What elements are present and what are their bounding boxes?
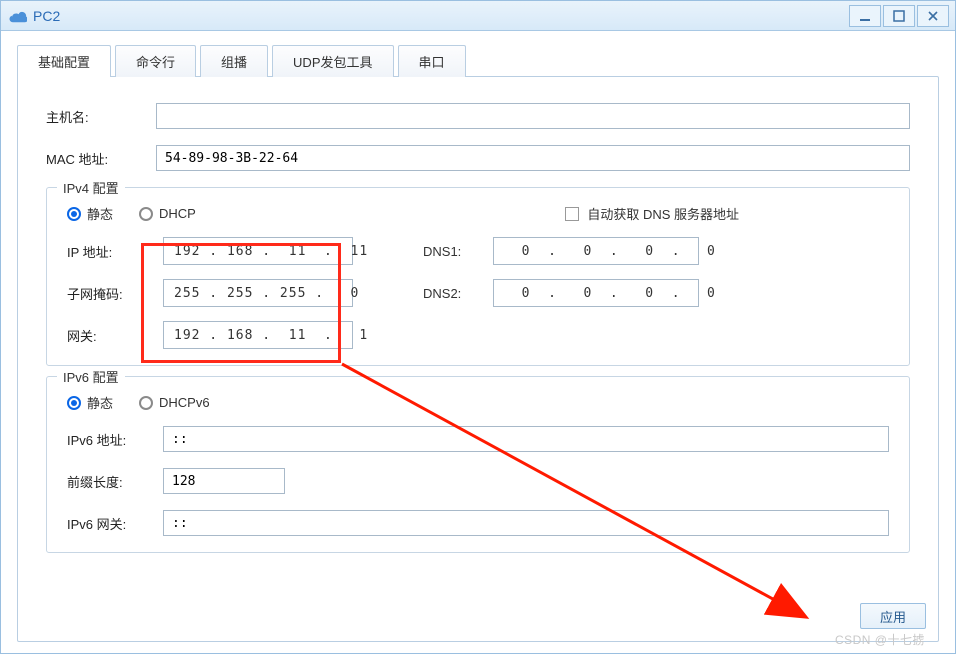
mask-input[interactable]: 255 . 255 . 255 . 0 <box>163 279 353 307</box>
ipv4-static-label: 静态 <box>87 204 113 223</box>
hostname-input[interactable] <box>156 103 910 129</box>
hostname-label: 主机名: <box>46 107 156 126</box>
panel-basic: 主机名: MAC 地址: IPv4 配置 静态 DHCP <box>17 76 939 642</box>
tab-basic[interactable]: 基础配置 <box>17 45 111 77</box>
ipv6-gw-label: IPv6 网关: <box>67 514 163 533</box>
ipv4-fieldset: IPv4 配置 静态 DHCP 自动获取 DNS 服务器地址 <box>46 187 910 366</box>
dns2-label: DNS2: <box>423 286 493 301</box>
maximize-button[interactable] <box>883 5 915 27</box>
ipv6-gw-input[interactable] <box>163 510 889 536</box>
ipv6-addr-input[interactable] <box>163 426 889 452</box>
tab-cli[interactable]: 命令行 <box>115 45 196 77</box>
radio-dot-icon <box>139 396 153 410</box>
tab-multicast[interactable]: 组播 <box>200 45 268 77</box>
dns2-input[interactable]: 0 . 0 . 0 . 0 <box>493 279 699 307</box>
ipv6-dhcpv6-radio[interactable]: DHCPv6 <box>139 395 210 410</box>
dns1-input[interactable]: 0 . 0 . 0 . 0 <box>493 237 699 265</box>
ipv6-static-radio[interactable]: 静态 <box>67 393 113 412</box>
ipv6-prefix-label: 前缀长度: <box>67 472 163 491</box>
apply-button[interactable]: 应用 <box>860 603 926 629</box>
ip-label: IP 地址: <box>67 242 163 261</box>
ipv4-dhcp-label: DHCP <box>159 206 196 221</box>
window-buttons <box>847 5 949 27</box>
radio-dot-icon <box>67 207 81 221</box>
ipv6-prefix-input[interactable] <box>163 468 285 494</box>
radio-dot-icon <box>139 207 153 221</box>
ipv6-addr-label: IPv6 地址: <box>67 430 163 449</box>
gw-input[interactable]: 192 . 168 . 11 . 1 <box>163 321 353 349</box>
ip-input[interactable]: 192 . 168 . 11 . 11 <box>163 237 353 265</box>
ipv6-fieldset: IPv6 配置 静态 DHCPv6 IPv6 地址: 前缀长度: IPv6 网关… <box>46 376 910 553</box>
window: PC2 基础配置 命令行 组播 UDP发包工具 串口 主机名: MAC 地址: <box>0 0 956 654</box>
ipv4-dhcp-radio[interactable]: DHCP <box>139 206 196 221</box>
radio-dot-icon <box>67 396 81 410</box>
mac-label: MAC 地址: <box>46 149 156 168</box>
ipv4-legend: IPv4 配置 <box>57 178 125 197</box>
tab-bar: 基础配置 命令行 组播 UDP发包工具 串口 <box>17 45 939 77</box>
auto-dns-checkbox[interactable]: 自动获取 DNS 服务器地址 <box>565 204 739 223</box>
app-icon <box>7 6 27 26</box>
ipv6-legend: IPv6 配置 <box>57 367 125 386</box>
dns1-label: DNS1: <box>423 244 493 259</box>
checkbox-box-icon <box>565 207 579 221</box>
ipv6-static-label: 静态 <box>87 393 113 412</box>
minimize-button[interactable] <box>849 5 881 27</box>
titlebar: PC2 <box>1 1 955 31</box>
gw-label: 网关: <box>67 326 163 345</box>
tab-udp[interactable]: UDP发包工具 <box>272 45 393 77</box>
ipv4-static-radio[interactable]: 静态 <box>67 204 113 223</box>
window-title: PC2 <box>33 8 847 24</box>
tab-serial[interactable]: 串口 <box>398 45 466 77</box>
content: 基础配置 命令行 组播 UDP发包工具 串口 主机名: MAC 地址: IPv4… <box>17 45 939 637</box>
ipv6-dhcpv6-label: DHCPv6 <box>159 395 210 410</box>
auto-dns-label: 自动获取 DNS 服务器地址 <box>587 204 739 223</box>
mask-label: 子网掩码: <box>67 284 163 303</box>
mac-input[interactable] <box>156 145 910 171</box>
close-button[interactable] <box>917 5 949 27</box>
